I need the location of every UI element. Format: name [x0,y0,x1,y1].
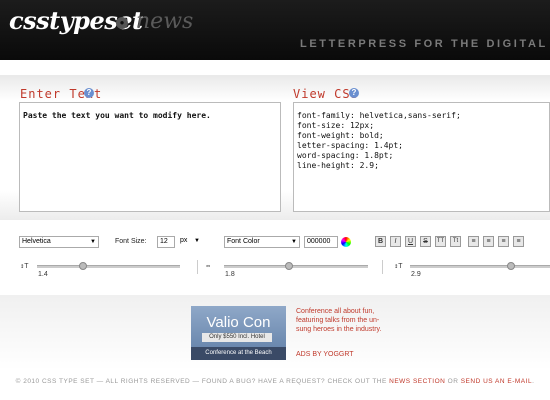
chevron-down-icon: ▼ [90,239,96,245]
word-spacing-handle[interactable] [284,262,293,270]
line-height-icon: ↕T [394,262,403,270]
word-spacing-value: 1.8 [225,271,235,278]
text-input-area[interactable]: Paste the text you want to modify here. [19,102,281,212]
letter-spacing-slider[interactable] [37,265,180,268]
ad-description[interactable]: Conference all about fun, featuring talk… [296,307,386,334]
css-line: font-family: helvetica,sans-serif; [297,111,461,120]
font-color-input[interactable]: 000000 [304,236,338,248]
font-size-unit: px [180,237,188,244]
font-color-label: Font Color [227,238,260,245]
ads-by-link[interactable]: ADS BY YOGGRT [296,351,354,358]
line-height-value: 2.9 [411,271,421,278]
line-height-slider[interactable] [410,265,550,268]
letter-spacing-handle[interactable] [78,262,87,270]
letter-spacing-icon: ↕T [20,262,29,270]
footer: © 2010 CSS TYPE SET — ALL RIGHTS RESERVE… [0,378,550,385]
logo-separator-icon: ● [116,17,128,29]
capitalize-button[interactable]: Tt [450,236,461,247]
tagline: LETTERPRESS FOR THE DIGITAL A [300,38,550,50]
email-link[interactable]: SEND US AN E-MAIL [461,378,532,385]
letter-spacing-value: 1.4 [38,271,48,278]
css-line: letter-spacing: 1.4pt; [297,141,403,150]
font-size-label: Font Size: [115,238,147,245]
ad-subtitle: Conference at the Beach [191,347,286,360]
divider [197,260,198,274]
font-size-unit-select[interactable]: px ▼ [178,236,202,248]
uppercase-button[interactable]: TT [435,236,446,247]
view-css-help-icon[interactable]: ? [349,88,359,98]
news-section-link[interactable]: NEWS SECTION [389,378,445,385]
news-logo[interactable]: news [136,9,193,34]
ad-banner[interactable]: Valio Con Only $550 Incl. Hotel Conferen… [191,306,286,360]
bold-button[interactable]: B [375,236,386,247]
font-size-input[interactable]: 12 [157,236,175,248]
ad-price: Only $550 Incl. Hotel [202,333,272,342]
footer-text: © 2010 CSS TYPE SET — ALL RIGHTS RESERVE… [15,378,387,385]
word-spacing-icon: ⇔ [206,262,211,270]
align-justify-button[interactable]: ≡ [513,236,524,247]
ad-title: Valio Con [206,314,271,331]
color-picker-icon[interactable] [341,237,351,247]
css-line: line-height: 2.9; [297,161,379,170]
enter-text-help-icon[interactable]: ? [84,88,94,98]
header: csstypeset ● news LETTERPRESS FOR THE DI… [0,0,550,60]
align-right-button[interactable]: ≡ [498,236,509,247]
font-color-select[interactable]: Font Color ▼ [224,236,300,248]
css-line: word-spacing: 1.8pt; [297,151,394,160]
strikethrough-button[interactable]: S [420,236,431,247]
italic-button[interactable]: I [390,236,401,247]
footer-or: OR [447,378,459,385]
word-spacing-slider[interactable] [224,265,368,268]
chevron-down-icon: ▼ [291,239,297,245]
align-center-button[interactable]: ≡ [483,236,494,247]
css-line: font-weight: bold; [297,131,384,140]
divider [382,260,383,274]
css-line: font-size: 12px; [297,121,375,130]
css-output-area[interactable]: font-family: helvetica,sans-serif; font-s… [293,102,550,212]
font-family-select[interactable]: Helvetica ▼ [19,236,99,248]
font-family-value: Helvetica [22,238,51,245]
align-left-button[interactable]: ≡ [468,236,479,247]
chevron-down-icon: ▼ [194,238,200,244]
footer-end: . [532,378,535,385]
underline-button[interactable]: U [405,236,416,247]
line-height-handle[interactable] [506,262,515,270]
